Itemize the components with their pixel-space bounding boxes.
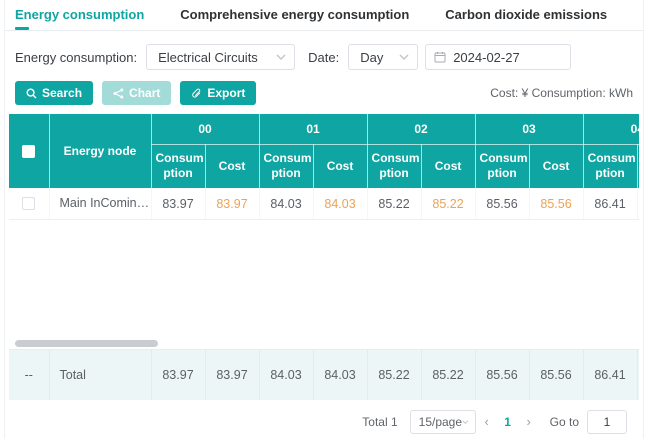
table-row: Main InComing Lin... 83.97 83.97 84.03 8… xyxy=(9,188,639,219)
tab-energy-consumption[interactable]: Energy consumption xyxy=(15,7,144,30)
chart-button[interactable]: Chart xyxy=(102,81,171,105)
date-granularity-select[interactable]: Day xyxy=(348,44,418,70)
total-cost: 85.22 xyxy=(421,350,475,400)
energy-node-name: Main InComing Lin... xyxy=(49,188,151,219)
calendar-icon xyxy=(434,51,446,63)
cost-header: Cost xyxy=(205,144,259,188)
goto-page-input[interactable] xyxy=(587,410,627,434)
date-label: Date: xyxy=(308,50,339,65)
hour-group-00: 00 xyxy=(151,114,259,144)
prev-page-button[interactable]: ‹ xyxy=(476,414,498,429)
tab-carbon-dioxide[interactable]: Carbon dioxide emissions xyxy=(445,7,607,30)
horizontal-scrollbar xyxy=(9,339,639,349)
total-cost: 84.03 xyxy=(313,350,367,400)
energy-panel: Energy consumption Comprehensive energy … xyxy=(4,0,644,439)
date-value: 2024-02-27 xyxy=(453,50,520,65)
consumption-value: 86.41 xyxy=(583,188,637,219)
search-button-label: Search xyxy=(42,86,82,100)
hour-group-01: 01 xyxy=(259,114,367,144)
cost-header: Cost xyxy=(313,144,367,188)
chevron-down-icon xyxy=(462,419,469,425)
consumption-value: 85.56 xyxy=(475,188,529,219)
hour-group-03: 03 xyxy=(475,114,583,144)
cost-value: 84.03 xyxy=(313,188,367,219)
row-checkbox-cell xyxy=(9,188,49,219)
next-page-button[interactable]: › xyxy=(518,414,540,429)
chevron-down-icon xyxy=(399,54,409,60)
consumption-header: Consum ption xyxy=(583,144,637,188)
row-checkbox[interactable] xyxy=(22,197,35,210)
total-label: Total xyxy=(49,350,151,400)
tab-comprehensive-energy[interactable]: Comprehensive energy consumption xyxy=(180,7,409,30)
filter-row: Energy consumption: Electrical Circuits … xyxy=(5,44,643,70)
select-all-checkbox[interactable] xyxy=(22,145,35,158)
total-cost: 83.97 xyxy=(205,350,259,400)
chart-button-label: Chart xyxy=(129,86,160,100)
magnifier-icon xyxy=(26,88,37,99)
consumption-header: Consum ption xyxy=(475,144,529,188)
hour-group-04: 04 xyxy=(583,114,639,144)
cost-header: Cost xyxy=(421,144,475,188)
pagination-total: Total 1 xyxy=(362,415,397,429)
export-button[interactable]: Export xyxy=(180,81,256,105)
cost-value: 83.97 xyxy=(205,188,259,219)
search-button[interactable]: Search xyxy=(15,81,93,105)
energy-type-select[interactable]: Electrical Circuits xyxy=(146,44,295,70)
total-consumption: 85.22 xyxy=(367,350,421,400)
goto-label: Go to xyxy=(550,415,579,429)
cost-value xyxy=(637,188,639,219)
total-row: -- Total 83.97 83.97 84.03 84.03 85.22 8… xyxy=(9,349,639,400)
energy-consumption-label: Energy consumption: xyxy=(15,50,137,65)
consumption-value: 85.22 xyxy=(367,188,421,219)
pagination: Total 1 15/page ‹ 1 › Go to xyxy=(5,410,643,434)
cost-header: Cost xyxy=(529,144,583,188)
chevron-down-icon xyxy=(276,54,286,60)
total-placeholder: -- xyxy=(9,350,49,400)
energy-type-value: Electrical Circuits xyxy=(158,50,258,65)
consumption-header: Consum ption xyxy=(367,144,421,188)
energy-table: Energy node 00 01 02 03 04 Consum ption … xyxy=(9,114,639,220)
total-consumption: 83.97 xyxy=(151,350,205,400)
total-cost xyxy=(637,350,639,400)
consumption-value: 83.97 xyxy=(151,188,205,219)
page-size-select[interactable]: 15/page xyxy=(410,410,476,434)
cost-header: Cost xyxy=(637,144,639,188)
date-granularity-value: Day xyxy=(360,50,383,65)
select-all-cell xyxy=(9,114,49,188)
total-consumption: 84.03 xyxy=(259,350,313,400)
tab-bar: Energy consumption Comprehensive energy … xyxy=(5,0,643,31)
cost-value: 85.22 xyxy=(421,188,475,219)
share-icon xyxy=(113,88,124,99)
consumption-value: 84.03 xyxy=(259,188,313,219)
page-size-value: 15/page xyxy=(419,415,462,429)
energy-node-header: Energy node xyxy=(49,114,151,188)
total-consumption: 85.56 xyxy=(475,350,529,400)
cost-value: 85.56 xyxy=(529,188,583,219)
total-cost: 85.56 xyxy=(529,350,583,400)
total-consumption: 86.41 xyxy=(583,350,637,400)
consumption-header: Consum ption xyxy=(151,144,205,188)
hour-group-02: 02 xyxy=(367,114,475,144)
date-picker[interactable]: 2024-02-27 xyxy=(425,44,571,70)
export-button-label: Export xyxy=(207,86,245,100)
units-note: Cost: ¥ Consumption: kWh xyxy=(490,86,633,100)
consumption-header: Consum ption xyxy=(259,144,313,188)
paperclip-icon xyxy=(191,88,202,99)
horizontal-scrollbar-thumb[interactable] xyxy=(15,340,158,347)
toolbar: Search Chart Export Cost: ¥ Consumption:… xyxy=(5,81,643,105)
current-page[interactable]: 1 xyxy=(498,415,518,429)
table-empty-area xyxy=(5,220,643,339)
